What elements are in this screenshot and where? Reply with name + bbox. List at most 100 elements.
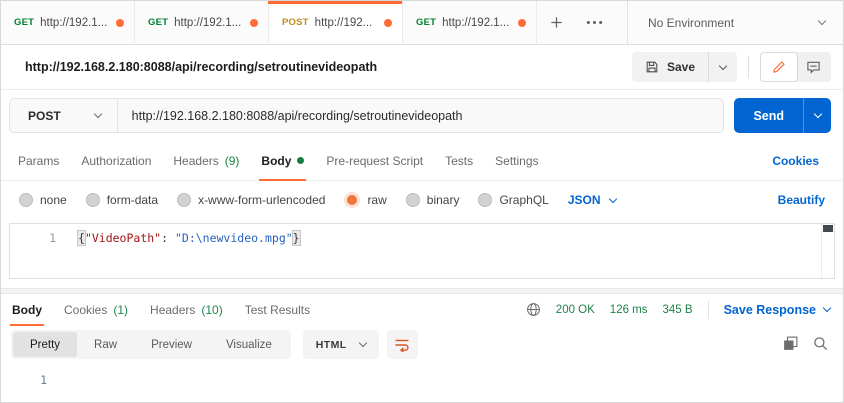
mode-graphql[interactable]: GraphQL bbox=[478, 193, 548, 207]
method-label: GET bbox=[148, 17, 168, 28]
view-raw[interactable]: Raw bbox=[77, 332, 134, 357]
view-preview[interactable]: Preview bbox=[134, 332, 209, 357]
radio-icon bbox=[19, 193, 33, 207]
postman-window: GET http://192.1... GET http://192.1... … bbox=[0, 0, 844, 403]
view-visualize[interactable]: Visualize bbox=[209, 332, 289, 357]
tab-tests[interactable]: Tests bbox=[434, 141, 484, 180]
request-tab-3-active[interactable]: POST http://192... bbox=[269, 1, 403, 44]
response-tab-headers[interactable]: Headers (10) bbox=[139, 294, 234, 325]
mode-none[interactable]: none bbox=[19, 193, 67, 207]
pencil-icon bbox=[772, 60, 786, 74]
request-tab-bar: GET http://192.1... GET http://192.1... … bbox=[1, 1, 843, 45]
mode-label: x-www-form-urlencoded bbox=[198, 193, 325, 207]
unsaved-dot-icon bbox=[116, 19, 124, 27]
cookies-link[interactable]: Cookies bbox=[772, 154, 831, 168]
radio-icon bbox=[406, 193, 420, 207]
comment-button[interactable] bbox=[795, 52, 831, 82]
send-button[interactable]: Send bbox=[734, 98, 804, 133]
tab-label: Cookies bbox=[64, 303, 107, 317]
tab-label: Pre-request Script bbox=[326, 154, 423, 168]
beautify-link[interactable]: Beautify bbox=[778, 193, 829, 207]
radio-icon bbox=[86, 193, 100, 207]
unsaved-dot-icon bbox=[518, 19, 526, 27]
tab-authorization[interactable]: Authorization bbox=[70, 141, 162, 180]
response-tab-test-results[interactable]: Test Results bbox=[234, 294, 321, 325]
mode-label: raw bbox=[367, 193, 386, 207]
scrollbar-thumb[interactable] bbox=[823, 225, 833, 232]
request-config-tabs: Params Authorization Headers (9) Body Pr… bbox=[1, 141, 843, 181]
method-label: POST bbox=[282, 17, 309, 28]
mode-x-www-form-urlencoded[interactable]: x-www-form-urlencoded bbox=[177, 193, 325, 207]
save-response-label: Save Response bbox=[724, 303, 816, 317]
method-label: GET bbox=[14, 17, 34, 28]
editor-scrollbar[interactable] bbox=[821, 224, 834, 278]
mode-raw-selected[interactable]: raw bbox=[344, 192, 386, 208]
tab-pre-request-script[interactable]: Pre-request Script bbox=[315, 141, 434, 180]
mode-label: none bbox=[40, 193, 67, 207]
tab-label: Tests bbox=[445, 154, 473, 168]
method-dropdown[interactable]: POST bbox=[10, 99, 118, 132]
response-size: 345 B bbox=[663, 304, 693, 316]
language-value: JSON bbox=[568, 193, 601, 207]
wrap-lines-icon bbox=[394, 337, 410, 352]
url-input[interactable]: http://192.168.2.180:8088/api/recording/… bbox=[118, 99, 463, 132]
save-response-dropdown[interactable]: Save Response bbox=[724, 303, 830, 317]
chevron-down-icon bbox=[719, 61, 727, 69]
language-dropdown[interactable]: JSON bbox=[568, 193, 616, 207]
response-meta-row: Body Cookies (1) Headers (10) Test Resul… bbox=[1, 294, 843, 325]
environment-selector[interactable]: No Environment bbox=[627, 1, 843, 44]
radio-selected-icon bbox=[344, 192, 360, 208]
wrap-lines-button[interactable] bbox=[387, 330, 418, 359]
new-tab-button[interactable] bbox=[537, 1, 575, 44]
response-tab-body[interactable]: Body bbox=[1, 294, 53, 325]
save-label: Save bbox=[667, 60, 695, 74]
tab-settings[interactable]: Settings bbox=[484, 141, 549, 180]
save-button-group: Save bbox=[632, 52, 737, 82]
save-options-button[interactable] bbox=[709, 52, 737, 82]
method-value: POST bbox=[28, 109, 61, 123]
more-tabs-button[interactable] bbox=[575, 1, 613, 44]
chevron-down-icon bbox=[93, 110, 101, 118]
request-body-editor[interactable]: 1 {"VideoPath": "D:\newvideo.mpg"} bbox=[9, 223, 835, 279]
format-dropdown[interactable]: HTML bbox=[303, 330, 379, 359]
mode-label: form-data bbox=[107, 193, 158, 207]
tab-label: Test Results bbox=[245, 303, 310, 317]
request-tab-4[interactable]: GET http://192.1... bbox=[403, 1, 537, 44]
response-tab-cookies[interactable]: Cookies (1) bbox=[53, 294, 139, 325]
mode-binary[interactable]: binary bbox=[406, 193, 460, 207]
status-code: 200 OK bbox=[556, 304, 595, 316]
tab-headers[interactable]: Headers (9) bbox=[162, 141, 250, 180]
divider bbox=[708, 301, 709, 319]
search-icon bbox=[813, 336, 828, 351]
tab-params[interactable]: Params bbox=[7, 141, 70, 180]
value-token: "D:\newvideo.mpg" bbox=[175, 231, 293, 245]
edit-button[interactable] bbox=[760, 52, 798, 82]
send-button-group: Send bbox=[734, 98, 831, 133]
edit-comment-group bbox=[760, 52, 831, 82]
response-body-viewer[interactable]: 1 bbox=[1, 364, 843, 402]
mode-form-data[interactable]: form-data bbox=[86, 193, 158, 207]
tab-body[interactable]: Body bbox=[250, 141, 315, 180]
request-tab-2[interactable]: GET http://192.1... bbox=[135, 1, 269, 44]
code-line: {"VideoPath": "D:\newvideo.mpg"} bbox=[56, 231, 300, 246]
copy-icon bbox=[783, 336, 798, 351]
chevron-down-icon bbox=[818, 17, 826, 25]
radio-icon bbox=[177, 193, 191, 207]
radio-icon bbox=[478, 193, 492, 207]
response-toolbar: Pretty Raw Preview Visualize HTML bbox=[1, 325, 843, 364]
url-group: POST http://192.168.2.180:8088/api/recor… bbox=[9, 98, 724, 133]
copy-response-button[interactable] bbox=[783, 336, 798, 354]
view-pretty[interactable]: Pretty bbox=[13, 332, 77, 357]
line-number: 1 bbox=[1, 373, 47, 402]
plus-icon bbox=[549, 15, 564, 30]
save-button[interactable]: Save bbox=[632, 52, 709, 82]
tab-label: Headers bbox=[173, 154, 218, 168]
send-options-button[interactable] bbox=[804, 98, 831, 133]
tab-label: Body bbox=[12, 303, 42, 317]
request-tab-1[interactable]: GET http://192.1... bbox=[1, 1, 135, 44]
tab-label: Headers bbox=[150, 303, 195, 317]
line-number: 1 bbox=[10, 231, 56, 246]
search-response-button[interactable] bbox=[813, 336, 828, 354]
request-builder: POST http://192.168.2.180:8088/api/recor… bbox=[1, 90, 843, 141]
response-status-group: 200 OK 126 ms 345 B Save Response bbox=[526, 301, 830, 319]
